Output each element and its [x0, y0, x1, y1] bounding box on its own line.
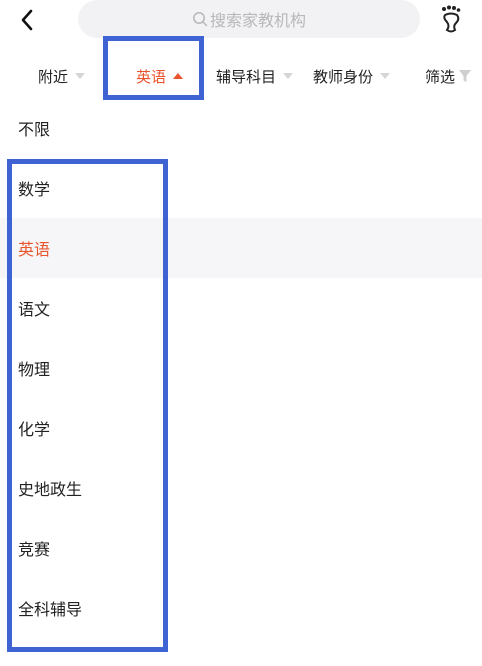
filter-bar: 附近 英语 辅导科目 教师身份 筛选 — [0, 52, 482, 102]
search-placeholder: 搜索家教机构 — [209, 11, 306, 30]
caret-down-icon — [380, 73, 391, 79]
filter-screen-label: 筛选 — [425, 67, 456, 86]
chevron-left-icon — [21, 9, 33, 31]
option-label: 物理 — [18, 360, 51, 379]
option-competition[interactable]: 竞赛 — [0, 518, 482, 578]
option-math[interactable]: 数学 — [0, 158, 482, 218]
caret-up-icon — [173, 73, 184, 79]
option-unlimited[interactable]: 不限 — [0, 98, 482, 158]
search-icon — [193, 12, 208, 27]
caret-down-icon — [283, 73, 294, 79]
caret-down-icon — [75, 73, 86, 79]
search-input[interactable]: 搜索家教机构 — [78, 0, 420, 38]
filter-english[interactable]: 英语 — [136, 64, 184, 88]
option-chinese[interactable]: 语文 — [0, 278, 482, 338]
footprint-icon[interactable] — [438, 4, 466, 34]
funnel-icon — [459, 69, 472, 82]
filter-teacher-identity-label: 教师身份 — [313, 67, 374, 86]
option-label: 竞赛 — [18, 540, 51, 559]
filter-subject[interactable]: 辅导科目 — [216, 64, 294, 88]
option-label: 英语 — [18, 240, 51, 259]
option-label: 语文 — [18, 300, 51, 319]
option-label: 化学 — [18, 420, 51, 439]
option-chemistry[interactable]: 化学 — [0, 398, 482, 458]
header-bar: 搜索家教机构 — [0, 0, 482, 40]
filter-nearby-label: 附近 — [38, 67, 69, 86]
option-english[interactable]: 英语 — [0, 218, 482, 278]
filter-screen[interactable]: 筛选 — [425, 64, 472, 88]
option-label: 数学 — [18, 180, 51, 199]
back-button[interactable] — [12, 5, 42, 35]
option-label: 全科辅导 — [18, 600, 83, 619]
filter-subject-label: 辅导科目 — [216, 67, 277, 86]
option-physics[interactable]: 物理 — [0, 338, 482, 398]
option-history-geo-politics-bio[interactable]: 史地政生 — [0, 458, 482, 518]
filter-english-label: 英语 — [136, 67, 167, 86]
filter-nearby[interactable]: 附近 — [38, 64, 86, 88]
option-label: 不限 — [18, 120, 51, 139]
filter-teacher-identity[interactable]: 教师身份 — [313, 64, 391, 88]
option-all-subjects[interactable]: 全科辅导 — [0, 578, 482, 638]
option-label: 史地政生 — [18, 480, 83, 499]
